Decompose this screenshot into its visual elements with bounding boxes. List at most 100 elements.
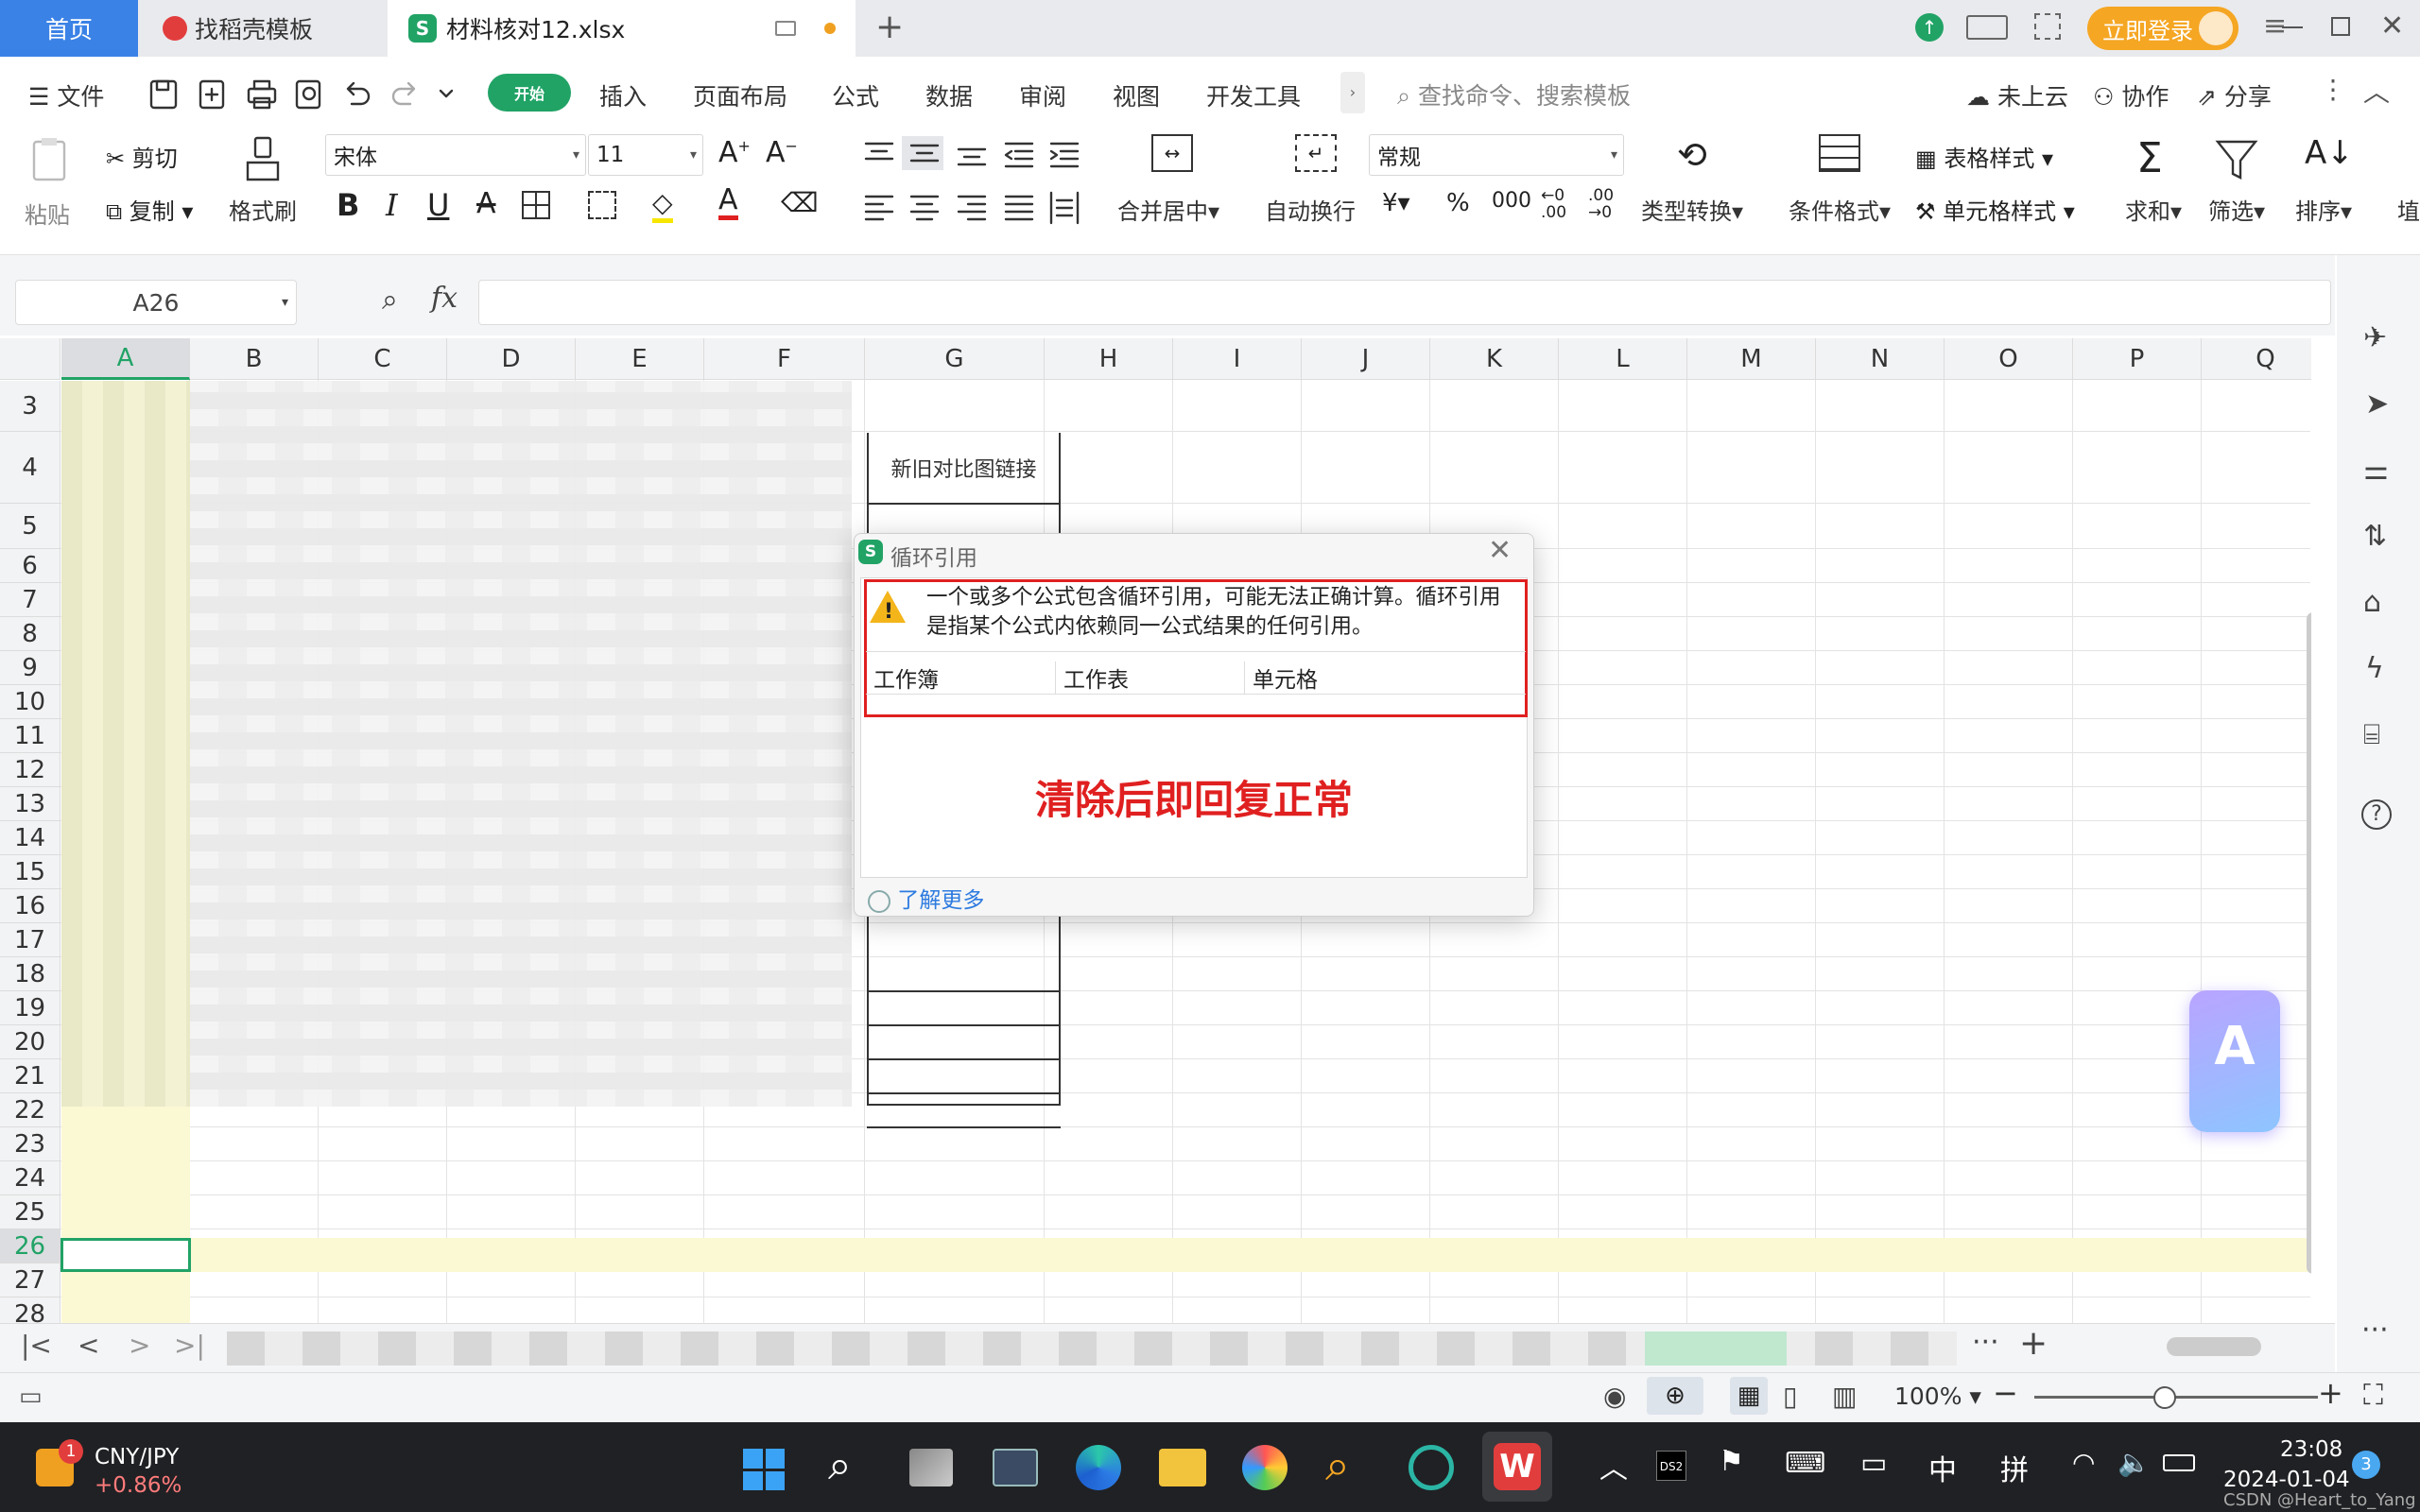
column-header-b[interactable]: B	[190, 338, 319, 380]
paint-icon[interactable]	[1242, 1445, 1288, 1490]
row-header-27[interactable]: 27	[0, 1263, 60, 1297]
active-sheet-tab[interactable]	[1645, 1332, 1787, 1366]
distributed-icon[interactable]	[1049, 191, 1080, 225]
fullscreen-icon[interactable]: ⛶	[2363, 1379, 2383, 1412]
zoom-slider-thumb[interactable]	[2153, 1386, 2176, 1409]
eye-protection-icon[interactable]: ◉	[1603, 1381, 1626, 1412]
tab-find-template[interactable]: 找稻壳模板	[142, 0, 383, 57]
notification-badge[interactable]: 3	[2352, 1451, 2380, 1479]
column-header-a[interactable]: A	[61, 338, 190, 380]
macro-icon[interactable]: ▭	[19, 1383, 43, 1411]
column-header-c[interactable]: C	[319, 338, 447, 380]
column-header-i[interactable]: I	[1173, 338, 1302, 380]
tab-active-file[interactable]: S 材料核对12.xlsx	[388, 0, 856, 57]
font-name-select[interactable]: 宋体	[325, 134, 586, 176]
keyboard-icon[interactable]: ⌨	[1785, 1447, 1825, 1480]
export-icon[interactable]	[199, 79, 225, 110]
task-view-icon[interactable]	[909, 1449, 953, 1486]
print-preview-icon[interactable]	[295, 79, 321, 110]
row-header-26[interactable]: 26	[0, 1229, 60, 1263]
transform-icon[interactable]: ⇅	[2363, 520, 2387, 553]
column-header-o[interactable]: O	[1945, 338, 2073, 380]
row-header-3[interactable]: 3	[0, 381, 60, 432]
redo-icon[interactable]	[391, 81, 416, 106]
align-top-icon[interactable]	[864, 142, 894, 161]
share-button[interactable]: ⇗ 分享	[2197, 78, 2272, 112]
horizontal-scrollbar[interactable]	[2104, 1337, 2293, 1358]
battery-icon[interactable]	[2163, 1454, 2195, 1471]
column-header-d[interactable]: D	[447, 338, 576, 380]
upload-icon[interactable]: ↑	[1915, 13, 1944, 42]
apps-grid-icon[interactable]	[2034, 13, 2061, 40]
paste-button[interactable]: 粘贴	[21, 134, 78, 229]
sum-button[interactable]: Σ 求和▾	[2125, 134, 2201, 229]
number-format-select[interactable]: 常规	[1369, 134, 1624, 176]
wps-icon[interactable]: W	[1494, 1443, 1541, 1490]
zoom-in-icon[interactable]: +	[2318, 1375, 2343, 1411]
tray-app-icon[interactable]: DS2	[1656, 1451, 1686, 1481]
row-header-11[interactable]: 11	[0, 719, 60, 753]
decrease-decimal-icon[interactable]: .00 →0	[1588, 187, 1614, 221]
column-header-g[interactable]: G	[865, 338, 1045, 380]
row-header-25[interactable]: 25	[0, 1195, 60, 1229]
copy-button[interactable]: ⧉ 复制 ▾	[106, 193, 193, 226]
stocks-widget[interactable]: 1 CNY/JPY +0.86%	[28, 1439, 199, 1498]
more-options-icon[interactable]: ⋮	[2320, 74, 2346, 105]
g4-cell[interactable]: 新旧对比图链接	[867, 433, 1061, 505]
normal-view-icon[interactable]: ▦	[1730, 1377, 1768, 1415]
tray-chevron-icon[interactable]: ︿	[1599, 1445, 1628, 1486]
align-right-icon[interactable]	[957, 195, 987, 221]
column-header-h[interactable]: H	[1045, 338, 1173, 380]
row-header-21[interactable]: 21	[0, 1059, 60, 1093]
tab-review[interactable]: 审阅	[1019, 78, 1066, 112]
type-convert-button[interactable]: ⟲ 类型转换▾	[1641, 134, 1754, 229]
row-header-12[interactable]: 12	[0, 753, 60, 787]
column-header-q[interactable]: Q	[2202, 338, 2311, 380]
print-icon[interactable]	[247, 79, 277, 110]
next-sheet-icon[interactable]: >	[129, 1330, 150, 1361]
row-header-23[interactable]: 23	[0, 1127, 60, 1161]
learn-more-link[interactable]: 了解更多	[868, 882, 984, 914]
row-header-6[interactable]: 6	[0, 549, 60, 583]
volume-icon[interactable]: 🔈	[2118, 1447, 2151, 1478]
formula-input[interactable]	[478, 280, 2331, 325]
restore-icon[interactable]	[2331, 17, 2350, 36]
first-sheet-icon[interactable]: |<	[21, 1330, 52, 1361]
align-bottom-icon[interactable]	[957, 147, 987, 166]
start-button[interactable]	[743, 1449, 785, 1490]
fill-button-partial[interactable]: 埴	[2397, 193, 2420, 226]
format-painter-button[interactable]: 格式刷	[227, 134, 302, 229]
prev-sheet-icon[interactable]: <	[78, 1330, 99, 1361]
increase-decimal-icon[interactable]: ←0.00	[1541, 187, 1566, 221]
shop-icon[interactable]: ⌂	[2363, 586, 2381, 619]
vertical-scrollbar[interactable]	[2307, 499, 2311, 1274]
tab-home[interactable]: 首页	[0, 0, 138, 57]
cell-style-button[interactable]: ⚒ 单元格样式 ▾	[1915, 193, 2075, 226]
bold-icon[interactable]: B	[337, 187, 359, 223]
tray-flag-icon[interactable]: ⚑	[1719, 1445, 1744, 1478]
name-box[interactable]: A26 ▾	[15, 280, 297, 325]
save-icon[interactable]	[149, 79, 178, 110]
zoom-formula-icon[interactable]: ⌕	[382, 284, 398, 317]
fx-icon[interactable]: fx	[431, 282, 458, 315]
decrease-indent-icon[interactable]	[1004, 142, 1034, 168]
new-tab-button[interactable]: +	[875, 8, 904, 46]
tab-developer[interactable]: 开发工具	[1206, 78, 1301, 112]
conditional-format-button[interactable]: 条件格式▾	[1787, 134, 1900, 229]
row-header-9[interactable]: 9	[0, 651, 60, 685]
book-search-icon[interactable]: ⌸	[2363, 718, 2380, 751]
h-scroll-thumb[interactable]	[2167, 1337, 2261, 1356]
more-tabs-button[interactable]: ›	[1340, 72, 1365, 113]
recorder-icon[interactable]	[1409, 1445, 1454, 1490]
ime-pinyin[interactable]: 拼	[2000, 1447, 2029, 1488]
sliders-icon[interactable]: ⚌	[2363, 454, 2389, 487]
tab-insert[interactable]: 插入	[599, 78, 647, 112]
row-header-19[interactable]: 19	[0, 991, 60, 1025]
last-sheet-icon[interactable]: >|	[174, 1330, 205, 1361]
command-search[interactable]: ⌕ 查找命令、搜索模板	[1397, 77, 1631, 112]
zoom-slider[interactable]	[2034, 1386, 2318, 1409]
row-header-20[interactable]: 20	[0, 1025, 60, 1059]
row-header-18[interactable]: 18	[0, 957, 60, 991]
row-header-16[interactable]: 16	[0, 889, 60, 923]
row-header-5[interactable]: 5	[0, 504, 60, 549]
